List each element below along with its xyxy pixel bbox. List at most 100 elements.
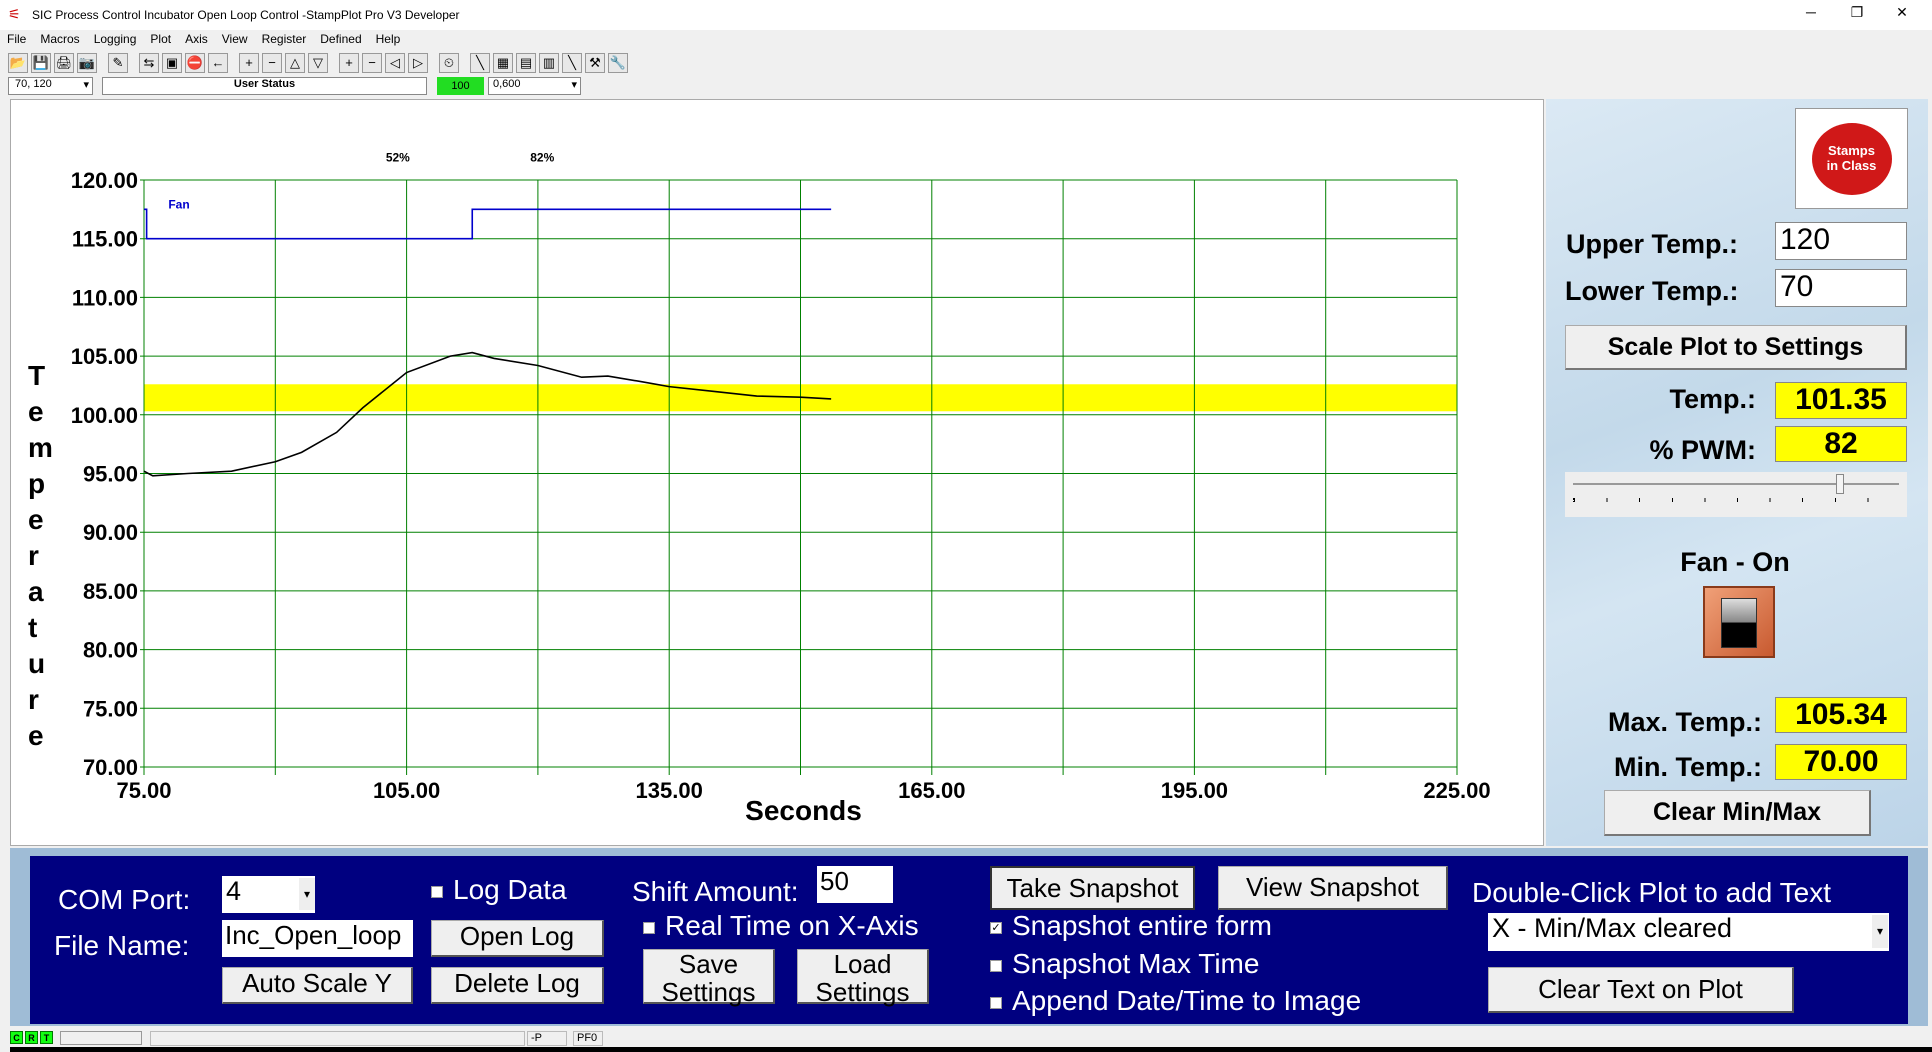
com-port-select[interactable]: 4 ▾ — [222, 876, 315, 913]
maximize-button[interactable]: ❐ — [1837, 4, 1877, 26]
up-icon[interactable]: △ — [285, 53, 305, 73]
lower-temp-input[interactable]: 70 — [1775, 269, 1907, 307]
toolbar: 📂 💾 🖨 📷 ✎ ⇆ ▣ ⛔ ← + − △ ▽ + − ◁ ▷ ⏲ ╲ ▦ ▤ ▥ ╲ ⚒ 🔧 — [8, 53, 628, 75]
open-icon[interactable]: 📂 — [8, 53, 28, 73]
probe-icon[interactable]: ╲ — [562, 53, 582, 73]
plus-icon[interactable]: + — [339, 53, 359, 73]
plot-annotation: Fan — [168, 197, 189, 211]
plot-text-select[interactable]: X - Min/Max cleared ▾ — [1488, 913, 1889, 951]
view-snapshot-button[interactable]: View Snapshot — [1218, 866, 1448, 910]
append-date-checkbox[interactable]: Append Date/Time to Image — [990, 985, 1361, 1017]
plot-annotation: 82% — [530, 151, 554, 165]
fan-toggle-switch[interactable] — [1703, 586, 1775, 658]
clear-text-button[interactable]: Clear Text on Plot — [1488, 967, 1794, 1013]
lower-temp-label: Lower Temp.: — [1565, 276, 1739, 306]
status-field — [150, 1031, 525, 1046]
upper-temp-input[interactable]: 120 — [1775, 222, 1907, 260]
connect-icon[interactable]: ⇆ — [139, 53, 159, 73]
save-settings-button[interactable]: Save Settings — [643, 949, 775, 1006]
y-tick-label: 75.00 — [83, 696, 138, 721]
snapshot-max-time-checkbox[interactable]: Snapshot Max Time — [990, 948, 1259, 980]
auto-scale-y-button[interactable]: Auto Scale Y — [222, 967, 413, 1004]
down-icon[interactable]: ▽ — [308, 53, 328, 73]
menu-plot[interactable]: Plot — [150, 32, 171, 46]
calculator-icon[interactable]: ▥ — [539, 53, 559, 73]
double-click-hint: Double-Click Plot to add Text — [1472, 877, 1831, 908]
take-snapshot-button[interactable]: Take Snapshot — [990, 866, 1195, 910]
menu-register[interactable]: Register — [262, 32, 307, 46]
pwm-slider[interactable] — [1565, 472, 1907, 517]
max-temp-label: Max. Temp.: — [1607, 707, 1762, 737]
chevron-down-icon: ▾ — [1872, 915, 1888, 948]
camera-icon[interactable]: 📷 — [77, 53, 97, 73]
slider-thumb[interactable] — [1836, 474, 1845, 494]
chart-icon[interactable]: ▦ — [493, 53, 513, 73]
y-tick-label: 110.00 — [72, 285, 138, 310]
y-range-combo[interactable]: 70, 120 ▾ — [8, 77, 93, 95]
wand-icon[interactable]: ✎ — [108, 53, 128, 73]
menu-help[interactable]: Help — [376, 32, 401, 46]
clear-minmax-button[interactable]: Clear Min/Max — [1604, 790, 1871, 836]
arrow-left-icon[interactable]: ← — [208, 53, 228, 73]
close-button[interactable]: ✕ — [1882, 4, 1922, 26]
snapshot-entire-form-label: Snapshot entire form — [1012, 910, 1272, 941]
x-tick-label: 75.00 — [116, 778, 171, 803]
x-tick-label: 105.00 — [373, 778, 440, 803]
plus-icon[interactable]: + — [239, 53, 259, 73]
clock-icon[interactable]: ⏲ — [439, 53, 459, 73]
snapshot-entire-form-checkbox[interactable]: ✓ Snapshot entire form — [990, 910, 1272, 942]
menu-view[interactable]: View — [222, 32, 248, 46]
x-range-combo[interactable]: 0,600 ▾ — [488, 77, 581, 95]
min-temp-label: Min. Temp.: — [1614, 752, 1762, 782]
rate-indicator: 100 — [437, 77, 484, 95]
max-temp-value: 105.34 — [1775, 697, 1907, 733]
notes-icon[interactable]: ▤ — [516, 53, 536, 73]
y-tick-label: 80.00 — [83, 638, 138, 663]
min-temp-value: 70.00 — [1775, 744, 1907, 780]
pen-icon[interactable]: ╲ — [470, 53, 490, 73]
menu-bar: File Macros Logging Plot Axis View Register Def… — [0, 32, 407, 50]
checkbox-icon — [643, 921, 655, 934]
x-tick-label: 225.00 — [1423, 778, 1490, 803]
file-name-input[interactable]: Inc_Open_loop — [222, 920, 413, 957]
real-time-checkbox[interactable]: Real Time on X-Axis — [643, 910, 919, 942]
y-tick-label: 100.00 — [71, 403, 138, 428]
print-icon[interactable]: 🖨 — [54, 53, 74, 73]
temperature-chart[interactable]: 70.0075.0080.0085.0090.0095.00100.00105.… — [11, 100, 1545, 847]
file-name-label: File Name: — [54, 930, 190, 961]
minimize-button[interactable]: ─ — [1791, 4, 1831, 26]
log-data-checkbox[interactable]: Log Data — [431, 874, 567, 906]
tools-icon[interactable]: ⚒ — [585, 53, 605, 73]
checkbox-icon — [990, 996, 1002, 1009]
y-tick-label: 105.00 — [71, 344, 138, 369]
log-data-label: Log Data — [453, 874, 567, 905]
stop-icon[interactable]: ⛔ — [185, 53, 205, 73]
wrench-icon[interactable]: 🔧 — [608, 53, 628, 73]
menu-logging[interactable]: Logging — [94, 32, 137, 46]
shift-amount-input[interactable]: 50 — [817, 866, 893, 903]
open-log-button[interactable]: Open Log — [431, 920, 604, 957]
menu-file[interactable]: File — [7, 32, 26, 46]
upper-temp-label: Upper Temp.: — [1566, 229, 1739, 259]
load-settings-button[interactable]: Load Settings — [797, 949, 929, 1006]
monitor-icon[interactable]: ▣ — [162, 53, 182, 73]
delete-log-button[interactable]: Delete Log — [431, 967, 604, 1004]
minus-icon[interactable]: − — [262, 53, 282, 73]
p-status: -P — [527, 1031, 567, 1046]
status-bar: C R T -P PF0 — [0, 1029, 1932, 1047]
minus-icon[interactable]: − — [362, 53, 382, 73]
y-range-value: 70, 120 — [15, 78, 52, 90]
checkmark-icon: ✓ — [990, 921, 1002, 934]
menu-axis[interactable]: Axis — [185, 32, 208, 46]
right-icon[interactable]: ▷ — [408, 53, 428, 73]
left-icon[interactable]: ◁ — [385, 53, 405, 73]
menu-defined[interactable]: Defined — [320, 32, 361, 46]
menu-macros[interactable]: Macros — [40, 32, 79, 46]
c-indicator: C — [10, 1031, 23, 1044]
save-icon[interactable]: 💾 — [31, 53, 51, 73]
scale-plot-button[interactable]: Scale Plot to Settings — [1565, 325, 1907, 370]
fan-status-label: Fan - On — [1680, 547, 1790, 577]
pf-status: PF0 — [573, 1031, 603, 1046]
plot-area[interactable]: 70.00 75.00 80.00 85.00 90.00 95.00 100.00 105.… — [10, 99, 1544, 846]
r-indicator: R — [25, 1031, 38, 1044]
